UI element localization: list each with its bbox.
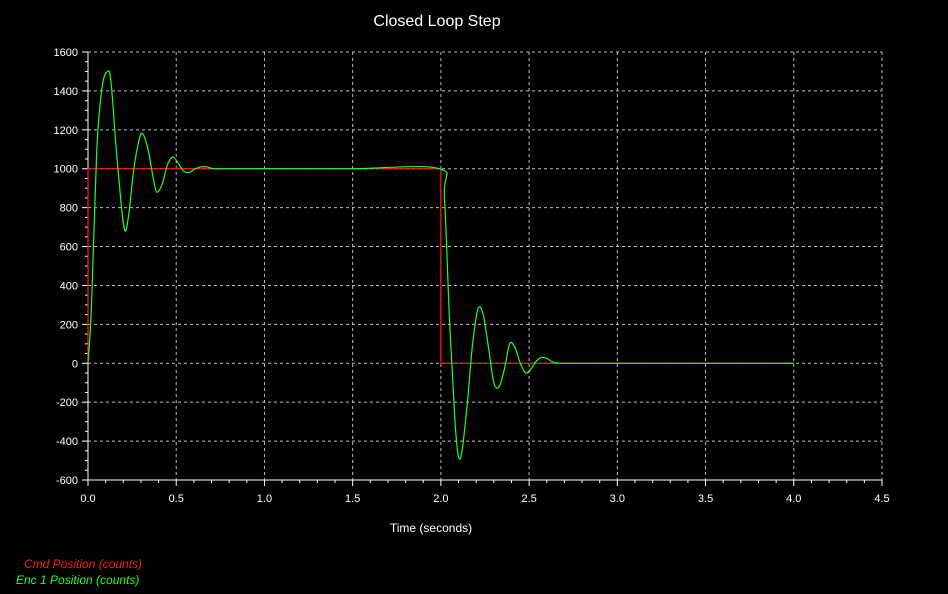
x-tick-label: 2.0 [433,493,448,505]
y-tick-label: 1600 [54,47,78,59]
legend-cmd-position: Cmd Position (counts) [24,557,143,571]
y-tick-label: 1400 [54,86,78,98]
x-tick-label: 4.5 [874,493,889,505]
x-tick-label: 1.5 [345,493,360,505]
legend-enc1-position: Enc 1 Position (counts) [16,573,140,587]
x-tick-label: 1.0 [257,493,272,505]
series-line-cmd-position [87,168,794,364]
x-tick-label: 0.0 [80,493,95,505]
x-tick-label: 0.5 [169,493,184,505]
x-tick-label: 2.5 [521,493,536,505]
chart-title: Closed Loop Step [373,13,500,30]
y-tick-label: 1000 [54,164,78,176]
y-tick-label: 800 [60,203,78,215]
x-tick-label: 3.0 [610,493,625,505]
y-tick-label: 600 [60,242,78,254]
tick-labels: 1600 1400 1200 1000 800 600 400 200 0 -200 -400 -60… [54,47,890,505]
x-axis-label: Time (seconds) [390,521,472,535]
y-tick-label: -600 [56,475,78,487]
y-tick-label: 0 [72,358,78,370]
x-tick-label: 3.5 [698,493,713,505]
y-tick-label: 1200 [54,125,78,137]
y-tick-label: 200 [60,319,78,331]
grid-lines [88,51,883,480]
axes [82,51,883,486]
y-tick-label: -200 [56,397,78,409]
x-tick-label: 4.0 [786,493,801,505]
y-tick-label: -400 [56,436,78,448]
y-tick-label: 400 [60,280,78,292]
closed-loop-step-chart: Closed Loop Step 1600 1400 1200 1000 800 600 4… [54,13,890,535]
